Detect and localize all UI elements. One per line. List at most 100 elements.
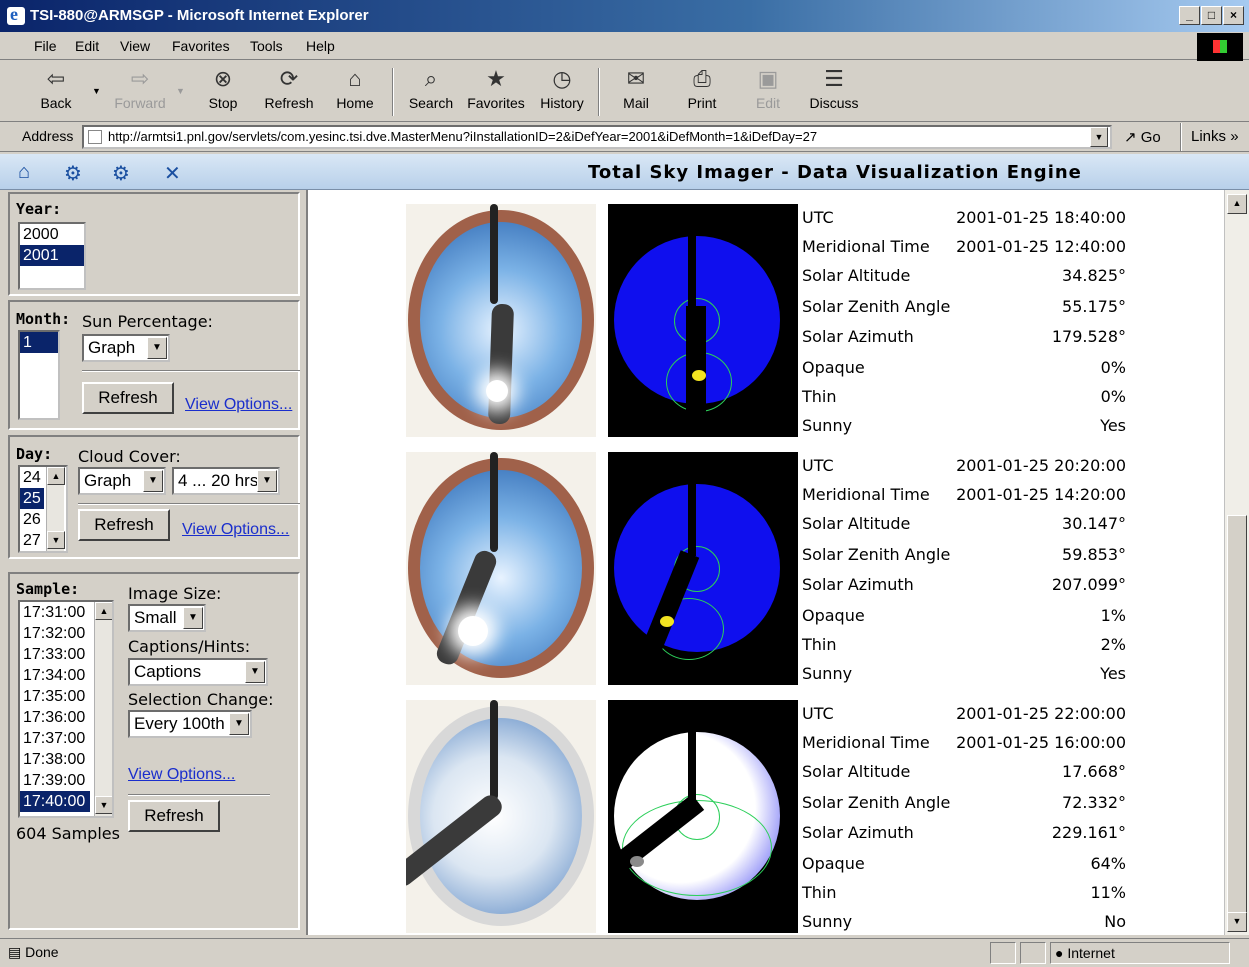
sky-image[interactable] <box>406 452 596 685</box>
favorites-button[interactable]: ★ Favorites <box>464 66 528 111</box>
history-label: History <box>540 95 584 111</box>
scroll-down-icon[interactable]: ▼ <box>47 531 65 549</box>
toolbar-separator <box>392 68 394 116</box>
day-listbox[interactable]: 24 25 26 27 ▲ ▼ <box>18 465 68 553</box>
maximize-button[interactable]: □ <box>1201 6 1222 25</box>
sample-scrollbar[interactable]: ▲ ▼ <box>94 602 112 816</box>
info-key: Thin <box>802 387 837 406</box>
month-listbox[interactable]: 1 <box>18 330 60 420</box>
menu-favorites[interactable]: Favorites <box>172 38 230 54</box>
page-icon <box>88 130 102 144</box>
close-button[interactable]: × <box>1223 6 1244 25</box>
chevron-down-icon[interactable]: ▼ <box>229 713 249 735</box>
stop-button[interactable]: ⊗ Stop <box>200 66 246 111</box>
cloud-cover-select[interactable]: Graph ▼ <box>78 467 166 495</box>
selection-change-select[interactable]: Every 100th ▼ <box>128 710 252 738</box>
scroll-up-icon[interactable]: ▲ <box>95 602 112 620</box>
sun-percentage-select[interactable]: Graph ▼ <box>82 334 170 362</box>
cloud-mask-image[interactable] <box>608 204 798 437</box>
refresh-label: Refresh <box>264 95 314 111</box>
home-icon: ⌂ <box>348 66 362 91</box>
sky-image[interactable] <box>406 700 596 933</box>
day-option-selected[interactable]: 25 <box>20 488 44 509</box>
menu-view[interactable]: View <box>120 38 150 54</box>
discuss-button[interactable]: ☰ Discuss <box>806 66 862 111</box>
sample-listbox[interactable]: 17:31:00 17:32:00 17:33:00 17:34:00 17:3… <box>18 600 114 818</box>
content-area: UTC 2001-01-25 18:40:00 Meridional Time 20… <box>306 190 1224 935</box>
year-listbox[interactable]: 2000 2001 <box>18 222 86 290</box>
settings-gears-icon[interactable]: ⚙ <box>64 161 82 186</box>
month-refresh-button[interactable]: Refresh <box>82 382 174 414</box>
back-button[interactable]: ⇦ Back <box>36 66 76 111</box>
image-size-label: Image Size: <box>128 584 222 603</box>
scrollbar-thumb[interactable] <box>1227 515 1247 915</box>
menu-tools[interactable]: Tools <box>250 38 283 54</box>
menu-edit[interactable]: Edit <box>75 38 99 54</box>
links-button[interactable]: Links » <box>1191 128 1239 145</box>
app-header: ⌂ ⚙ ⚙ ✕ Total Sky Imager - Data Visualiz… <box>0 154 1249 190</box>
options-icon[interactable]: ⚙ <box>112 161 130 186</box>
sample-option-selected[interactable]: 17:40:00 <box>20 791 90 812</box>
address-label: Address <box>22 128 74 144</box>
globe-icon: ● <box>1055 945 1064 961</box>
chevron-down-icon[interactable]: ▼ <box>183 607 203 629</box>
sample-view-options-link[interactable]: View Options... <box>128 766 235 784</box>
home-button[interactable]: ⌂ Home <box>332 66 378 111</box>
address-input[interactable]: http://armtsi1.pnl.gov/servlets/com.yesi… <box>82 125 1112 149</box>
history-button[interactable]: ◷ History <box>536 66 588 111</box>
forward-button[interactable]: ⇨ Forward <box>110 66 170 111</box>
month-view-options-link[interactable]: View Options... <box>185 396 292 414</box>
mail-button[interactable]: ✉ Mail <box>614 66 658 111</box>
address-dropdown-button[interactable]: ▼ <box>1090 127 1108 147</box>
chevron-down-icon[interactable]: ▼ <box>143 470 163 492</box>
scroll-down-icon[interactable]: ▼ <box>1227 912 1247 932</box>
zone-panel: ● Internet <box>1050 942 1230 964</box>
sky-image[interactable] <box>406 204 596 437</box>
go-arrow-icon: ↗ <box>1124 129 1137 146</box>
info-key: Solar Azimuth <box>802 823 914 842</box>
month-option-selected[interactable]: 1 <box>20 332 58 353</box>
menu-file[interactable]: File <box>34 38 57 54</box>
search-button[interactable]: ⌕ Search <box>404 66 458 111</box>
home-nav-icon[interactable]: ⌂ <box>18 161 30 184</box>
year-option[interactable]: 2000 <box>20 224 84 245</box>
info-row: Sunny Yes <box>802 664 1132 694</box>
hours-range-select[interactable]: 4 ... 20 hrs ▼ <box>172 467 280 495</box>
minimize-button[interactable]: _ <box>1179 6 1200 25</box>
cloud-mask-image[interactable] <box>608 700 798 933</box>
info-value: 2001-01-25 14:20:00 <box>956 485 1126 504</box>
day-label: Day: <box>16 445 53 463</box>
info-key: Solar Altitude <box>802 514 911 533</box>
day-scrollbar[interactable]: ▲ ▼ <box>46 467 65 551</box>
chevron-down-icon[interactable]: ▼ <box>245 661 265 683</box>
camera-arm <box>490 452 498 552</box>
back-dropdown-icon[interactable]: ▼ <box>92 86 101 96</box>
forward-dropdown-icon[interactable]: ▼ <box>176 86 185 96</box>
print-button[interactable]: ⎙ Print <box>682 66 722 111</box>
scroll-up-icon[interactable]: ▲ <box>47 467 65 485</box>
captions-select[interactable]: Captions ▼ <box>128 658 268 686</box>
info-value: 64% <box>1090 854 1126 873</box>
forward-label: Forward <box>114 95 166 111</box>
day-view-options-link[interactable]: View Options... <box>182 521 289 539</box>
image-size-select[interactable]: Small ▼ <box>128 604 206 632</box>
info-value: No <box>1104 912 1126 931</box>
chevron-down-icon[interactable]: ▼ <box>257 470 277 492</box>
page-scrollbar[interactable]: ▲ ▼ <box>1224 190 1249 935</box>
day-refresh-button[interactable]: Refresh <box>78 509 170 541</box>
go-button[interactable]: ↗ Go <box>1124 128 1161 146</box>
refresh-button[interactable]: ⟳ Refresh <box>260 66 318 111</box>
home-label: Home <box>336 95 374 111</box>
chevron-down-icon[interactable]: ▼ <box>147 337 167 359</box>
info-value: Yes <box>1100 416 1126 435</box>
edit-button[interactable]: ▣ Edit <box>748 66 788 111</box>
menu-help[interactable]: Help <box>306 38 335 54</box>
scroll-up-icon[interactable]: ▲ <box>1227 194 1247 214</box>
year-option-selected[interactable]: 2001 <box>20 245 84 266</box>
cloud-mask-image[interactable] <box>608 452 798 685</box>
links-label: Links <box>1191 128 1227 145</box>
close-x-icon[interactable]: ✕ <box>164 161 181 186</box>
scroll-down-icon[interactable]: ▼ <box>95 796 112 814</box>
info-row: Thin 11% <box>802 883 1132 913</box>
sample-refresh-button[interactable]: Refresh <box>128 800 220 832</box>
